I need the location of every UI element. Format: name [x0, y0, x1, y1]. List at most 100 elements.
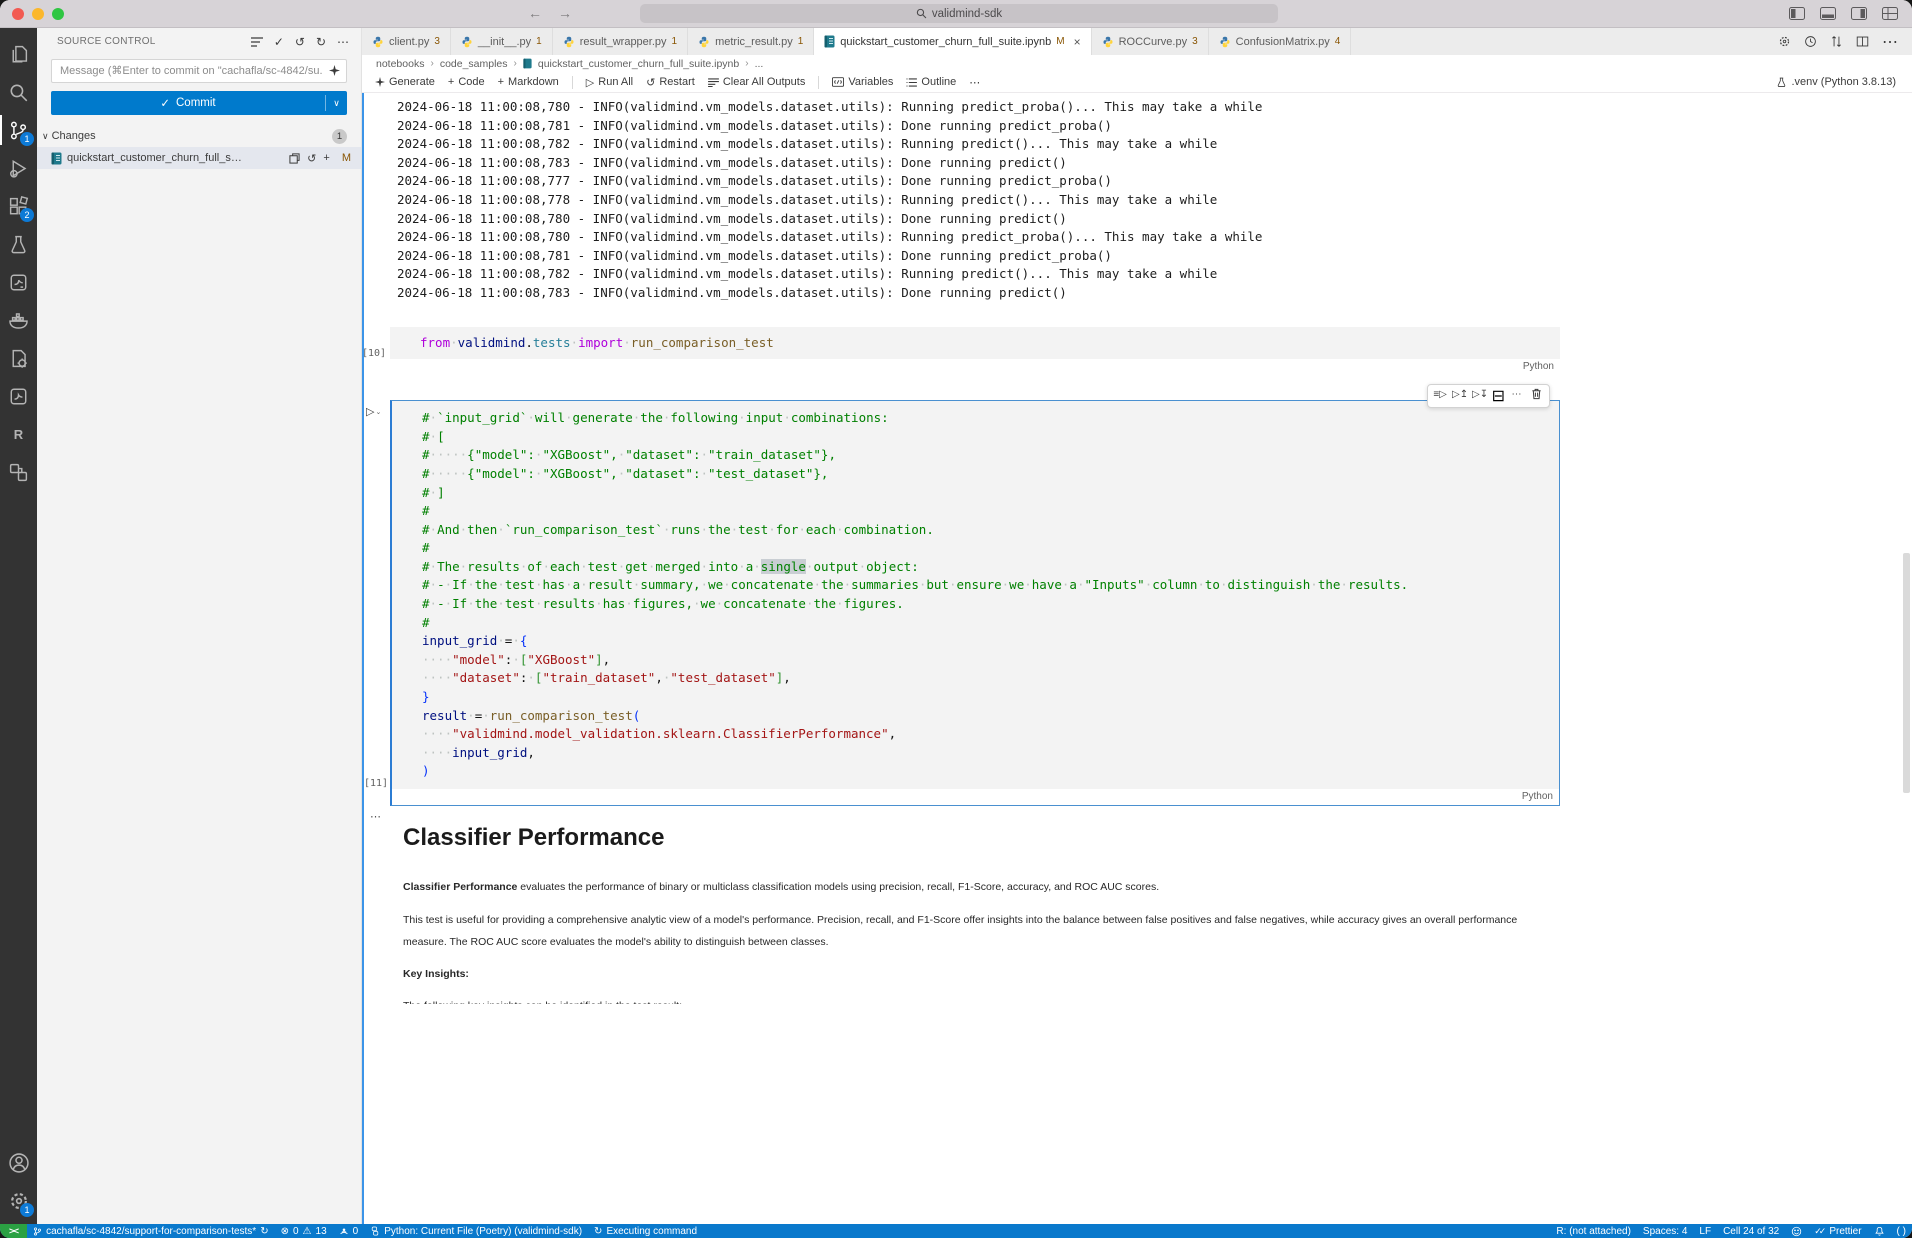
code-cell-10[interactable]: [10] from·validmind.tests·import·run_com…: [390, 327, 1560, 376]
split-editor-icon[interactable]: [1856, 35, 1869, 48]
account-icon[interactable]: [0, 1144, 37, 1182]
file-gear-icon[interactable]: [0, 339, 37, 377]
branch-indicator[interactable]: cachafla/sc-4842/support-for-comparison-…: [27, 1224, 274, 1238]
stage-changes-icon[interactable]: +: [323, 152, 329, 164]
timeline-clock-icon[interactable]: [1804, 35, 1817, 48]
breadcrumb-file[interactable]: quickstart_customer_churn_full_suite.ipy…: [538, 58, 739, 70]
tab-quickstart-notebook[interactable]: quickstart_customer_churn_full_suite.ipy…: [814, 28, 1091, 55]
r-language-icon[interactable]: R: [0, 415, 37, 453]
extensions-icon[interactable]: 2: [0, 187, 37, 225]
run-debug-icon[interactable]: [0, 149, 37, 187]
toggle-secondary-sidebar-icon[interactable]: [1851, 7, 1867, 20]
breadcrumb-more[interactable]: ...: [755, 58, 764, 70]
python-interpreter-indicator[interactable]: Python: Current File (Poetry) (validmind…: [364, 1224, 588, 1238]
tab-metric-result-py[interactable]: metric_result.py1: [688, 28, 814, 55]
execute-above-icon[interactable]: ▷↥: [1452, 386, 1469, 402]
history-forward-button[interactable]: →: [558, 5, 572, 21]
outline-button[interactable]: Outline: [906, 76, 956, 88]
sourcery-icon[interactable]: [0, 377, 37, 415]
breadcrumb-notebooks[interactable]: notebooks: [376, 58, 424, 70]
task-status[interactable]: ↻ Executing command: [588, 1224, 703, 1238]
add-markdown-cell-button[interactable]: +Markdown: [498, 76, 559, 88]
customize-layout-icon[interactable]: [1882, 7, 1898, 20]
delete-cell-icon[interactable]: [1528, 386, 1545, 402]
docker-icon[interactable]: [0, 301, 37, 339]
commit-check-icon[interactable]: ✓: [274, 35, 284, 49]
live-share-indicator[interactable]: 0: [333, 1224, 365, 1238]
command-center-search[interactable]: validmind-sdk: [640, 4, 1278, 23]
variables-button[interactable]: Variables: [832, 76, 893, 88]
markdown-cell[interactable]: Classifier Performance Classifier Perfor…: [403, 824, 1912, 1004]
generate-button[interactable]: Generate: [375, 76, 435, 88]
gear-icon[interactable]: [1778, 35, 1791, 48]
toggle-sidebar-icon[interactable]: [1789, 7, 1805, 20]
minimize-window-button[interactable]: [32, 8, 44, 20]
gitlens-icon[interactable]: [0, 263, 37, 301]
problems-indicator[interactable]: ⊗0 ⚠13: [275, 1224, 333, 1238]
tab-client-py[interactable]: client.py3: [362, 28, 451, 55]
history-icon[interactable]: ↺: [295, 35, 305, 49]
restart-button[interactable]: ↺Restart: [646, 76, 695, 89]
view-and-sort-icon[interactable]: [251, 37, 263, 47]
more-actions-icon[interactable]: ⋯: [337, 35, 349, 49]
notifications-bell-icon[interactable]: [1868, 1224, 1891, 1238]
run-cell-button[interactable]: ▷ ⌄: [366, 405, 381, 418]
settings-gear-icon[interactable]: 1: [0, 1182, 37, 1220]
toolbar-more-icon[interactable]: ⋯: [969, 76, 980, 89]
scrollbar-thumb[interactable]: [1903, 553, 1910, 793]
split-cell-icon[interactable]: ⊟: [1492, 386, 1505, 406]
tab-init-py[interactable]: __init__.py1: [451, 28, 553, 55]
clear-all-outputs-button[interactable]: Clear All Outputs: [708, 76, 806, 88]
code-cell-content[interactable]: #·`input_grid`·will·generate·the·followi…: [392, 401, 1559, 789]
open-file-icon[interactable]: [289, 153, 300, 164]
more-actions-icon[interactable]: ⋯: [1882, 32, 1898, 52]
refresh-icon[interactable]: ↻: [316, 35, 326, 49]
search-icon[interactable]: [0, 73, 37, 111]
python-icon: [370, 1226, 380, 1236]
source-control-icon[interactable]: 1: [0, 111, 37, 149]
compare-changes-icon[interactable]: [1830, 35, 1843, 48]
add-code-cell-button[interactable]: +Code: [448, 76, 485, 88]
close-tab-icon[interactable]: ×: [1074, 35, 1081, 49]
cell-language-picker[interactable]: Python: [1523, 361, 1554, 372]
toggle-panel-icon[interactable]: [1820, 7, 1836, 20]
commit-dropdown[interactable]: ∨: [325, 95, 347, 111]
prettier-status[interactable]: ✓✓ Prettier: [1808, 1224, 1867, 1238]
zoom-window-button[interactable]: [52, 8, 64, 20]
code-cell-content[interactable]: from·validmind.tests·import·run_comparis…: [390, 327, 1560, 360]
kernel-picker[interactable]: .venv (Python 3.8.13): [1776, 76, 1912, 88]
history-back-button[interactable]: ←: [528, 5, 542, 21]
execute-below-icon[interactable]: ▷↧: [1472, 386, 1489, 402]
cell-position-status[interactable]: Cell 24 of 32: [1717, 1224, 1785, 1238]
cell-language-picker[interactable]: Python: [1522, 791, 1553, 802]
notebook-scroll-area[interactable]: 2024-06-18 11:00:08,780 - INFO(validmind…: [362, 93, 1912, 1224]
feedback-smiley-icon[interactable]: [1785, 1224, 1808, 1238]
remote-indicator[interactable]: ><: [0, 1224, 27, 1238]
parens-indicator[interactable]: ( ): [1891, 1224, 1912, 1238]
discard-changes-icon[interactable]: ↺: [307, 152, 316, 165]
code-cell-11[interactable]: ▷ ⌄ ≡▷ ▷↥ ▷↧ ⊟ ⋯ [11] #·`input_grid`·wil…: [390, 400, 1560, 806]
tab-roccurve-py[interactable]: ROCCurve.py3: [1092, 28, 1209, 55]
eol-status[interactable]: LF: [1693, 1224, 1717, 1238]
markdown-cell-more-icon[interactable]: ⋯: [370, 810, 1912, 822]
remote-explorer-icon[interactable]: [0, 453, 37, 491]
commit-message-input[interactable]: [51, 59, 347, 83]
tab-result-wrapper-py[interactable]: result_wrapper.py1: [553, 28, 688, 55]
commit-button[interactable]: ✓ Commit ∨: [51, 91, 347, 115]
changed-file-row[interactable]: quickstart_customer_churn_full_suite.ipy…: [37, 147, 361, 169]
run-all-button[interactable]: ▷Run All: [586, 76, 633, 89]
explorer-icon[interactable]: [0, 35, 37, 73]
changes-section-header[interactable]: ∨ Changes 1: [37, 125, 361, 147]
tab-confusionmatrix-py[interactable]: ConfusionMatrix.py4: [1209, 28, 1352, 55]
traffic-lights: [12, 8, 64, 20]
toolbar-separator: [572, 76, 573, 89]
copilot-sparkle-icon[interactable]: [329, 65, 340, 76]
indentation-status[interactable]: Spaces: 4: [1637, 1224, 1693, 1238]
close-window-button[interactable]: [12, 8, 24, 20]
r-status[interactable]: R: (not attached): [1550, 1224, 1636, 1238]
run-by-line-icon[interactable]: ≡▷: [1432, 386, 1449, 402]
breadcrumb-code-samples[interactable]: code_samples: [440, 58, 508, 70]
python-file-icon: [1219, 36, 1231, 48]
more-actions-icon[interactable]: ⋯: [1508, 386, 1525, 402]
testing-beaker-icon[interactable]: [0, 225, 37, 263]
